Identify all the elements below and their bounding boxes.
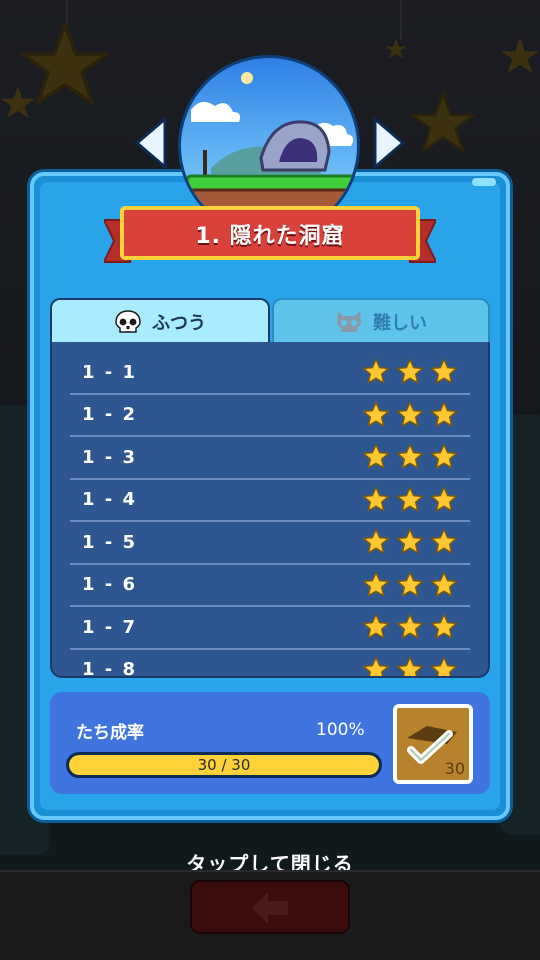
level-label: 1 - 8 bbox=[82, 659, 138, 678]
star-icon bbox=[362, 358, 390, 384]
star-icon bbox=[396, 571, 424, 597]
star-rating bbox=[362, 528, 458, 556]
star-icon bbox=[396, 401, 424, 427]
star-icon bbox=[430, 528, 458, 554]
star-icon bbox=[430, 613, 458, 639]
star-icon bbox=[396, 528, 424, 554]
star-icon bbox=[362, 528, 390, 554]
star-rating bbox=[362, 486, 458, 514]
background-star-icon bbox=[385, 39, 407, 59]
tab-normal[interactable]: ふつう bbox=[50, 298, 270, 344]
star-icon bbox=[430, 443, 458, 469]
star-icon bbox=[430, 401, 458, 427]
back-arrow-icon bbox=[252, 892, 288, 924]
star-icon bbox=[362, 443, 390, 469]
star-icon bbox=[362, 401, 390, 427]
star-icon bbox=[362, 656, 390, 676]
level-label: 1 - 5 bbox=[82, 531, 138, 553]
tab-normal-label: ふつう bbox=[152, 313, 206, 334]
level-label: 1 - 6 bbox=[82, 574, 138, 596]
star-rating bbox=[362, 401, 458, 429]
level-row[interactable]: 1 - 8 bbox=[70, 650, 470, 678]
back-button[interactable] bbox=[190, 880, 350, 934]
star-icon bbox=[396, 486, 424, 512]
star-icon bbox=[362, 571, 390, 597]
background-star-icon bbox=[501, 38, 539, 73]
level-row[interactable]: 1 - 1 bbox=[70, 352, 470, 395]
background-star-icon bbox=[1, 86, 35, 119]
star-icon bbox=[396, 358, 424, 384]
completion-bar-text: 30 / 30 bbox=[197, 756, 251, 774]
level-list[interactable]: 1 - 1 1 - 2 1 - 3 1 - 4 1 - 5 1 - 6 1 - … bbox=[50, 342, 490, 678]
background-star-icon bbox=[410, 91, 476, 153]
level-label: 1 - 4 bbox=[82, 489, 138, 511]
hanging-string bbox=[400, 0, 402, 40]
star-rating bbox=[362, 443, 458, 471]
next-stage-button[interactable] bbox=[371, 115, 407, 171]
star-icon bbox=[430, 358, 458, 384]
level-label: 1 - 7 bbox=[82, 616, 138, 638]
star-rating bbox=[362, 571, 458, 599]
level-row[interactable]: 1 - 7 bbox=[70, 607, 470, 650]
level-label: 1 - 3 bbox=[82, 446, 138, 468]
level-row[interactable]: 1 - 2 bbox=[70, 395, 470, 437]
tab-hard[interactable]: 難しい bbox=[272, 298, 490, 344]
level-row[interactable]: 1 - 6 bbox=[70, 565, 470, 607]
star-icon bbox=[396, 613, 424, 639]
reward-count: 30 bbox=[444, 759, 465, 778]
level-label: 1 - 1 bbox=[82, 361, 138, 383]
completion-percent: 100% bbox=[316, 720, 365, 740]
demon-skull-icon bbox=[337, 311, 361, 332]
star-icon bbox=[430, 571, 458, 597]
reward-button[interactable]: 30 bbox=[393, 704, 473, 784]
star-rating bbox=[362, 613, 458, 641]
level-row[interactable]: 1 - 5 bbox=[70, 522, 470, 565]
completion-panel: たち成率 100% 30 / 30 30 bbox=[50, 692, 490, 794]
previous-stage-button[interactable] bbox=[133, 115, 169, 171]
star-rating bbox=[362, 358, 458, 386]
star-icon bbox=[396, 656, 424, 676]
completion-label: たち成率 bbox=[76, 723, 144, 743]
skull-icon bbox=[115, 310, 141, 333]
panel-shine bbox=[472, 178, 496, 186]
star-icon bbox=[396, 443, 424, 469]
star-icon bbox=[430, 486, 458, 512]
level-label: 1 - 2 bbox=[82, 404, 138, 426]
completion-bar: 30 / 30 bbox=[66, 752, 382, 778]
star-rating bbox=[362, 656, 458, 676]
stage-title: 1. 隠れた洞窟 bbox=[195, 224, 345, 249]
level-row[interactable]: 1 - 3 bbox=[70, 437, 470, 480]
level-row[interactable]: 1 - 4 bbox=[70, 480, 470, 522]
tab-hard-label: 難しい bbox=[373, 313, 427, 334]
star-icon bbox=[362, 613, 390, 639]
star-icon bbox=[362, 486, 390, 512]
star-icon bbox=[430, 656, 458, 676]
